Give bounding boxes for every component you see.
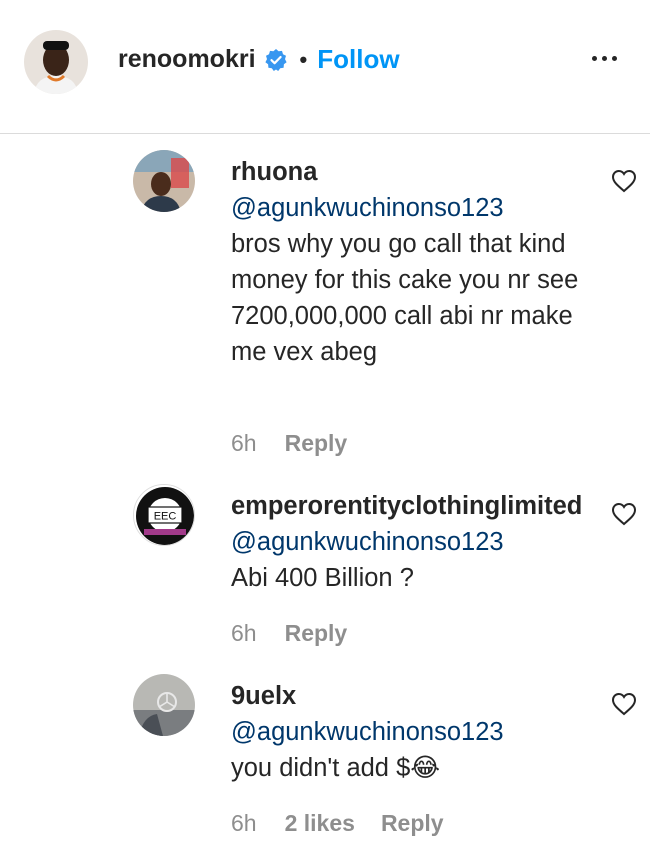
comment-body: emperorentityclothinglimited @agunkwuchi…	[231, 488, 591, 596]
comment-text: Abi 400 Billion ?	[231, 564, 414, 592]
comment-mention[interactable]: @agunkwuchinonso123	[231, 524, 591, 560]
avatar-logo-text: EEC	[154, 511, 177, 523]
comment-username[interactable]: emperorentityclothinglimited	[231, 488, 591, 524]
more-options-icon[interactable]	[592, 50, 617, 67]
avatar[interactable]	[133, 674, 195, 736]
comment-username[interactable]: rhuona	[231, 154, 591, 190]
avatar[interactable]	[24, 30, 88, 94]
comment-text: you didn't add $😂	[231, 754, 441, 782]
comment-text: bros why you go call that kind money for…	[231, 230, 579, 366]
reply-button[interactable]: Reply	[285, 430, 348, 457]
heart-icon[interactable]	[611, 692, 637, 716]
comment-mention[interactable]: @agunkwuchinonso123	[231, 714, 591, 750]
comment-meta: 6h Reply	[231, 430, 347, 457]
header-username[interactable]: renoomokri	[118, 45, 256, 74]
separator-dot: •	[299, 46, 308, 72]
comment-body: rhuona @agunkwuchinonso123 bros why you …	[231, 154, 591, 370]
comment-time[interactable]: 6h	[231, 810, 257, 837]
reply-button[interactable]: Reply	[381, 810, 444, 837]
heart-icon[interactable]	[611, 502, 637, 526]
reply-button[interactable]: Reply	[285, 620, 348, 647]
post-header: renoomokri • Follow	[0, 0, 650, 134]
avatar[interactable]: EEC	[133, 484, 195, 546]
comment-time[interactable]: 6h	[231, 430, 257, 457]
header-user-row: renoomokri • Follow	[118, 44, 400, 75]
comment-username[interactable]: 9uelx	[231, 678, 591, 714]
comment-body: 9uelx @agunkwuchinonso123 you didn't add…	[231, 678, 591, 786]
comment-mention[interactable]: @agunkwuchinonso123	[231, 190, 591, 226]
verified-badge-icon	[264, 48, 288, 72]
follow-button[interactable]: Follow	[317, 44, 399, 75]
comment-time[interactable]: 6h	[231, 620, 257, 647]
comment-meta: 6h Reply	[231, 620, 347, 647]
heart-icon[interactable]	[611, 169, 637, 193]
avatar[interactable]	[133, 150, 195, 212]
comment-likes[interactable]: 2 likes	[285, 810, 355, 837]
comment-meta: 6h 2 likes Reply	[231, 810, 444, 837]
